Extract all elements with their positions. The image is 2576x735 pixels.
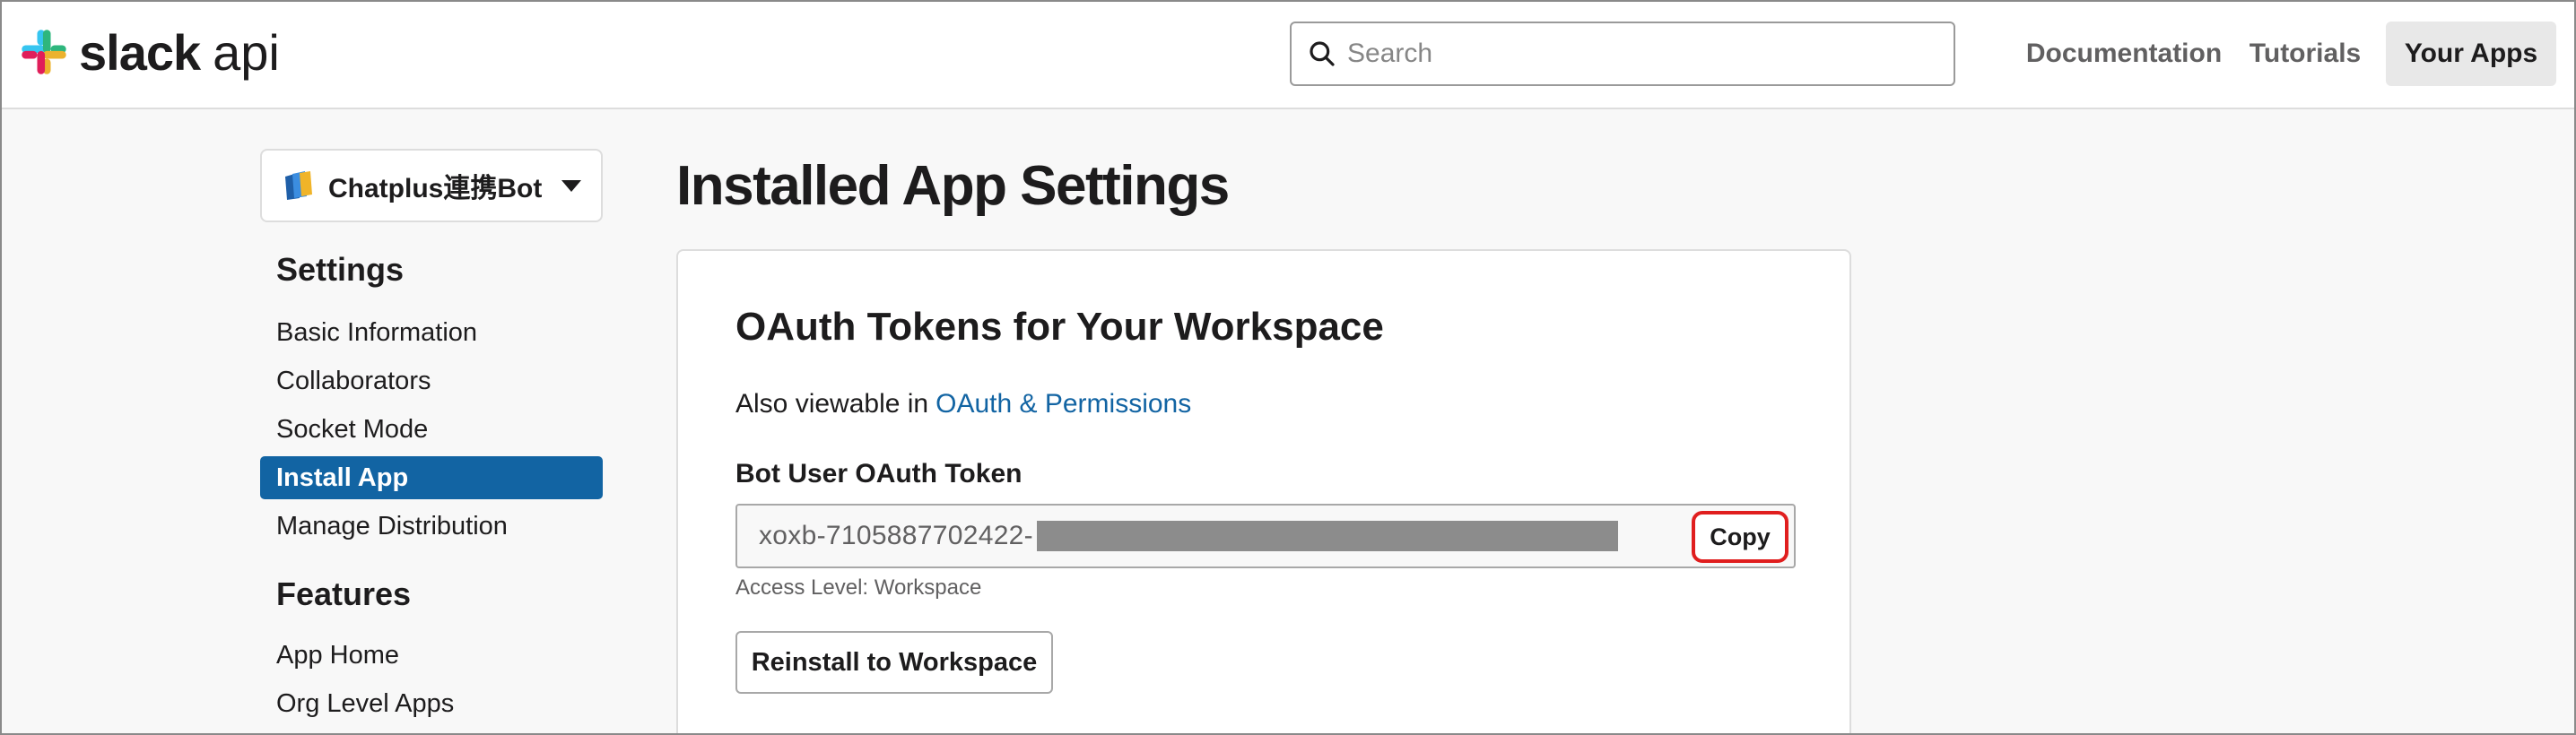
features-heading: Features	[276, 575, 412, 612]
sidebar-item-app-home[interactable]: App Home	[260, 634, 603, 677]
logo-word: slack	[79, 23, 201, 81]
nav-tutorials[interactable]: Tutorials	[2242, 22, 2368, 86]
app-icon	[285, 171, 312, 200]
copy-button[interactable]: Copy	[1692, 511, 1788, 563]
card-subtitle-text: Also viewable in	[735, 389, 929, 419]
sidebar-item-manage-distribution[interactable]: Manage Distribution	[260, 505, 603, 548]
slack-api-logo[interactable]: slack api	[18, 23, 305, 81]
oauth-permissions-link[interactable]: OAuth & Permissions	[936, 389, 1191, 419]
search-icon	[1310, 41, 1335, 66]
card-title: OAuth Tokens for Your Workspace	[735, 305, 1384, 349]
nav-documentation[interactable]: Documentation	[1998, 22, 2250, 86]
search-input[interactable]	[1347, 39, 1939, 69]
oauth-tokens-card: OAuth Tokens for Your Workspace Also vie…	[676, 249, 1851, 735]
search-box[interactable]	[1290, 22, 1955, 86]
token-redaction	[1036, 521, 1618, 551]
reinstall-button[interactable]: Reinstall to Workspace	[735, 631, 1053, 694]
settings-heading: Settings	[276, 251, 405, 288]
top-bar: slack api Documentation Tutorials Your A…	[0, 0, 2576, 109]
app-name: Chatplus連携Bot	[328, 174, 543, 203]
access-level: Access Level: Workspace	[735, 575, 982, 600]
logo-suffix: api	[213, 23, 280, 81]
sidebar-item-basic-information[interactable]: Basic Information	[260, 311, 603, 354]
sidebar-item-collaborators[interactable]: Collaborators	[260, 359, 603, 402]
card-subtitle: Also viewable in OAuth & Permissions	[735, 389, 1191, 419]
slack-logo-icon	[22, 30, 66, 74]
nav-your-apps[interactable]: Your Apps	[2386, 22, 2556, 86]
page-title: Installed App Settings	[676, 155, 1230, 217]
token-value: xoxb-7105887702422-	[759, 521, 1033, 550]
sidebar-item-install-app[interactable]: Install App	[260, 456, 603, 499]
caret-down-icon	[561, 179, 582, 192]
sidebar-item-socket-mode[interactable]: Socket Mode	[260, 408, 603, 451]
sidebar-item-org-level-apps[interactable]: Org Level Apps	[260, 682, 603, 725]
token-label: Bot User OAuth Token	[735, 459, 1023, 489]
app-switcher[interactable]: Chatplus連携Bot	[260, 149, 603, 222]
bot-token-field[interactable]: xoxb-7105887702422- Copy	[735, 504, 1796, 568]
